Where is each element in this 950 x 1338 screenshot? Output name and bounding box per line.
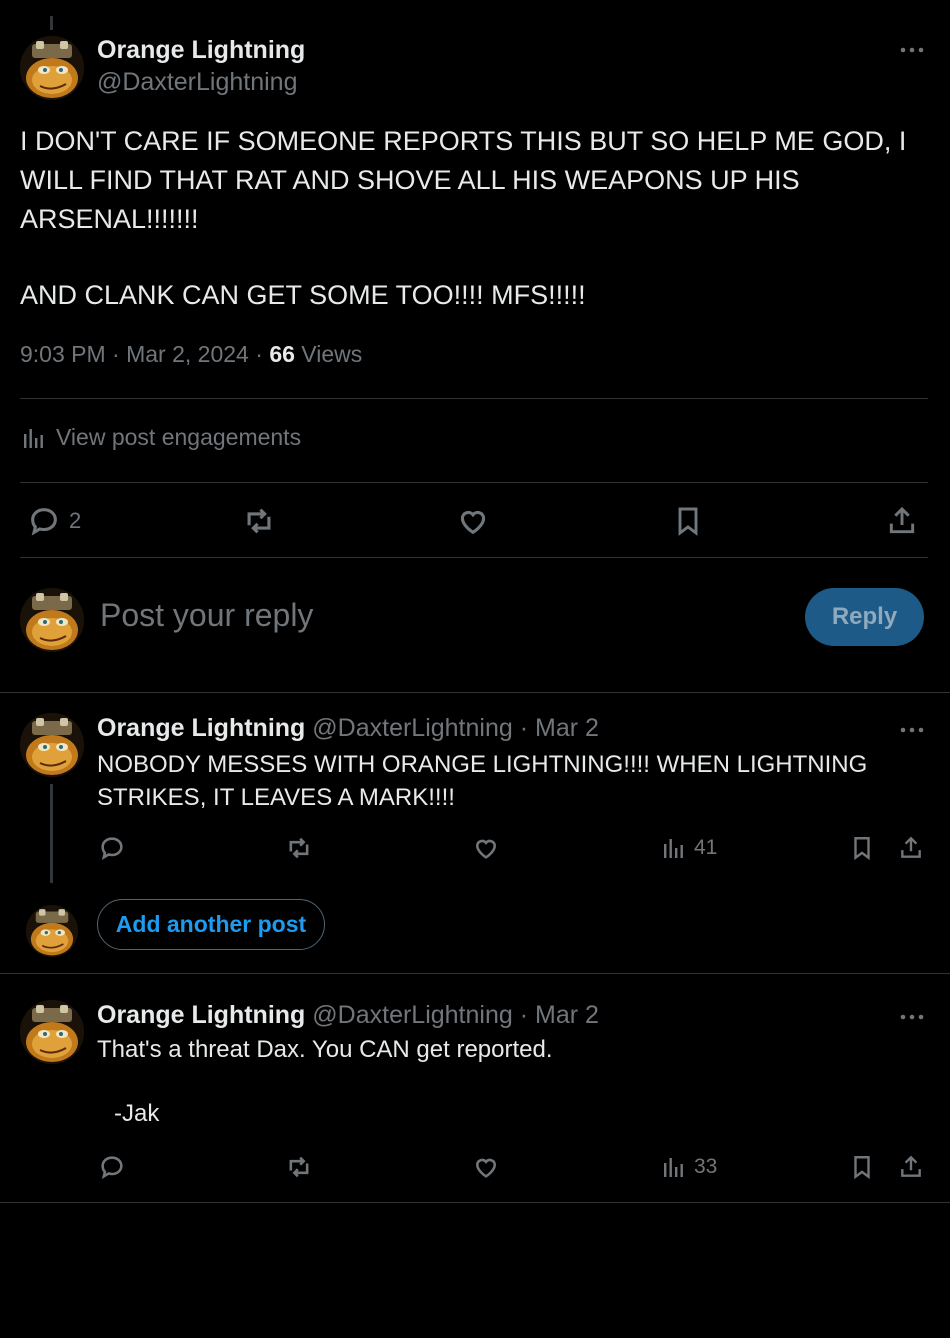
thread-line-top (50, 16, 53, 30)
share-button[interactable] (886, 504, 918, 538)
thread-line (50, 784, 53, 883)
avatar[interactable] (20, 713, 84, 777)
separator: · (255, 341, 263, 367)
reply-submit-button[interactable]: Reply (805, 588, 924, 646)
views-count: 41 (694, 836, 718, 859)
reply-text: NOBODY MESSES WITH ORANGE LIGHTNING!!!! … (97, 748, 917, 814)
post-meta: 9:03 PM · Mar 2, 2024 · 66 Views (20, 341, 362, 368)
repost-button[interactable] (284, 834, 314, 862)
views-label: Views (301, 341, 363, 367)
more-icon[interactable] (898, 716, 926, 749)
separator: · (112, 341, 120, 367)
reply-date[interactable]: · Mar 2 (520, 714, 599, 742)
share-icon (886, 504, 918, 538)
reply-text-line: That's a threat Dax. You CAN get reporte… (97, 1036, 553, 1063)
views-button[interactable]: 33 (662, 1154, 717, 1180)
post-text-line: WILL FIND THAT RAT AND SHOVE ALL HIS WEA… (20, 165, 800, 195)
like-icon (472, 1153, 500, 1181)
divider (20, 398, 928, 399)
views-button[interactable]: 41 (662, 835, 717, 861)
divider (0, 692, 950, 693)
bookmark-button[interactable] (849, 834, 875, 862)
analytics-icon (662, 1154, 686, 1180)
share-icon (898, 834, 924, 862)
post-text-line: AND CLANK CAN GET SOME TOO!!!! MFS!!!!! (20, 280, 586, 310)
post-time[interactable]: 9:03 PM (20, 341, 106, 367)
share-button[interactable] (898, 1153, 924, 1181)
share-icon (898, 1153, 924, 1181)
post-text-line: I DON'T CARE IF SOMEONE REPORTS THIS BUT… (20, 126, 907, 156)
bookmark-button[interactable] (849, 1153, 875, 1181)
reply-input[interactable]: Post your reply (100, 597, 313, 634)
repost-icon (241, 504, 277, 538)
view-engagements-link[interactable]: View post engagements (22, 424, 301, 451)
analytics-icon (662, 835, 686, 861)
post-text: I DON'T CARE IF SOMEONE REPORTS THIS BUT… (20, 122, 920, 315)
repost-icon (284, 1153, 314, 1181)
author-handle[interactable]: @DaxterLightning (312, 1001, 513, 1029)
view-engagements-label: View post engagements (56, 424, 302, 450)
like-button[interactable] (472, 834, 500, 862)
bookmark-icon (849, 834, 875, 862)
bookmark-button[interactable] (672, 504, 704, 538)
avatar[interactable] (20, 1000, 84, 1064)
divider (20, 557, 928, 558)
reply-icon (98, 1153, 126, 1181)
reply-button[interactable]: 2 (27, 504, 81, 538)
repost-button[interactable] (284, 1153, 314, 1181)
analytics-icon (22, 426, 46, 450)
reply-header: Orange Lightning @DaxterLightning · Mar … (97, 714, 599, 743)
avatar[interactable] (26, 905, 78, 957)
reply-text-line: STRIKES, IT LEAVES A MARK!!!! (97, 784, 455, 811)
reply-text-line: -Jak (114, 1100, 160, 1127)
reply-date[interactable]: · Mar 2 (520, 1001, 599, 1029)
avatar[interactable] (20, 36, 84, 100)
reply-header: Orange Lightning @DaxterLightning · Mar … (97, 1001, 599, 1030)
reply-icon (27, 504, 61, 538)
reply-button[interactable] (98, 834, 126, 862)
repost-icon (284, 834, 314, 862)
reply-count: 2 (69, 508, 82, 533)
author-display-name[interactable]: Orange Lightning (97, 36, 305, 65)
divider (0, 1202, 950, 1203)
views-count: 66 (269, 341, 295, 367)
post-text-line: ARSENAL!!!!!!! (20, 204, 199, 234)
author-display-name[interactable]: Orange Lightning (97, 1001, 305, 1029)
more-icon[interactable] (898, 36, 926, 70)
like-button[interactable] (456, 504, 490, 538)
bookmark-icon (849, 1153, 875, 1181)
like-icon (456, 504, 490, 538)
like-icon (472, 834, 500, 862)
reply-button[interactable] (98, 1153, 126, 1181)
divider (0, 973, 950, 974)
repost-button[interactable] (241, 504, 277, 538)
bookmark-icon (672, 504, 704, 538)
more-icon[interactable] (898, 1003, 926, 1036)
like-button[interactable] (472, 1153, 500, 1181)
author-handle[interactable]: @DaxterLightning (312, 714, 513, 742)
divider (20, 482, 928, 483)
avatar[interactable] (20, 588, 84, 652)
add-another-post-button[interactable]: Add another post (97, 899, 325, 950)
reply-icon (98, 834, 126, 862)
author-handle[interactable]: @DaxterLightning (97, 68, 298, 97)
views-count: 33 (694, 1155, 718, 1178)
post-date[interactable]: Mar 2, 2024 (126, 341, 249, 367)
author-display-name[interactable]: Orange Lightning (97, 714, 305, 742)
share-button[interactable] (898, 834, 924, 862)
reply-text-line: NOBODY MESSES WITH ORANGE LIGHTNING!!!! … (97, 751, 868, 778)
